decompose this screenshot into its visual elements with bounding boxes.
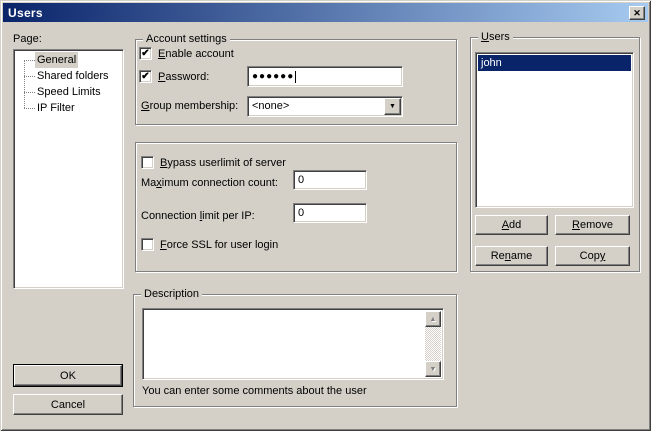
group-membership-value: <none> <box>252 100 289 112</box>
users-dialog: Users ✕ Page: General Shared folders Spe… <box>0 0 651 431</box>
page-item-general[interactable]: General <box>14 52 123 68</box>
page-item-ip-filter[interactable]: IP Filter <box>14 100 123 116</box>
group-membership-select[interactable]: <none> ▼ <box>247 96 403 117</box>
users-list[interactable]: john <box>475 52 634 208</box>
arrow-up-icon: ▲ <box>430 316 437 323</box>
force-ssl-checkbox[interactable] <box>141 238 154 251</box>
text-caret <box>295 71 296 83</box>
arrow-down-icon: ▼ <box>430 366 437 373</box>
dropdown-button[interactable]: ▼ <box>384 98 401 115</box>
ip-limit-input[interactable]: 0 <box>293 203 367 223</box>
page-item-speed-limits[interactable]: Speed Limits <box>14 84 123 100</box>
page-item-shared-folders[interactable]: Shared folders <box>14 68 123 84</box>
ok-button-ring: OK <box>13 364 123 387</box>
page-label: Page: <box>13 33 42 45</box>
remove-user-button[interactable]: Remove <box>555 215 630 235</box>
user-list-item[interactable]: john <box>478 55 631 71</box>
account-settings-title: Account settings <box>143 33 230 45</box>
add-user-button[interactable]: Add <box>475 215 548 235</box>
close-button[interactable]: ✕ <box>629 6 645 20</box>
ok-button[interactable]: OK <box>14 365 122 386</box>
bypass-userlimit-checkbox[interactable] <box>141 156 154 169</box>
page-item-label[interactable]: Speed Limits <box>35 84 103 100</box>
cancel-button-label: Cancel <box>51 399 85 411</box>
page-tree[interactable]: General Shared folders Speed Limits IP F… <box>13 49 124 289</box>
password-checkbox[interactable]: ✔ <box>139 70 152 83</box>
ip-limit-label: Connection limit per IP: <box>141 210 255 222</box>
page-item-label[interactable]: IP Filter <box>35 100 77 116</box>
close-icon: ✕ <box>633 9 641 18</box>
ok-button-label: OK <box>60 370 76 382</box>
users-group-title: Users <box>478 31 513 43</box>
ip-limit-value: 0 <box>298 207 304 219</box>
force-ssl-label: Force SSL for user login <box>160 239 278 251</box>
user-name: john <box>481 57 502 69</box>
bypass-userlimit-label: Bypass userlimit of server <box>160 157 286 169</box>
page-item-label[interactable]: General <box>35 52 78 68</box>
page-item-label[interactable]: Shared folders <box>35 68 111 84</box>
chevron-down-icon: ▼ <box>389 103 396 110</box>
max-connections-label: Maximum connection count: <box>141 177 278 189</box>
max-connections-value: 0 <box>298 174 304 186</box>
description-textarea[interactable]: ▲ ▼ <box>142 308 444 380</box>
scroll-up-button[interactable]: ▲ <box>425 311 441 327</box>
password-value: ●●●●●● <box>252 71 294 82</box>
check-icon: ✔ <box>141 72 149 82</box>
password-label: Password: <box>158 71 209 83</box>
scroll-track[interactable] <box>425 327 441 361</box>
description-hint: You can enter some comments about the us… <box>142 385 367 397</box>
enable-account-checkbox[interactable]: ✔ <box>139 47 152 60</box>
description-title: Description <box>141 288 202 300</box>
group-membership-label: Group membership: <box>141 100 238 112</box>
max-connections-input[interactable]: 0 <box>293 170 367 190</box>
enable-account-label: Enable account <box>158 48 234 60</box>
scroll-down-button[interactable]: ▼ <box>425 361 441 377</box>
description-scrollbar[interactable]: ▲ ▼ <box>425 311 441 377</box>
password-input[interactable]: ●●●●●● <box>247 66 403 87</box>
check-icon: ✔ <box>141 49 149 59</box>
cancel-button[interactable]: Cancel <box>13 394 123 415</box>
rename-user-button[interactable]: Rename <box>475 246 548 266</box>
window-title: Users <box>8 6 43 20</box>
title-bar[interactable]: Users <box>3 3 648 22</box>
copy-user-button[interactable]: Copy <box>555 246 630 266</box>
